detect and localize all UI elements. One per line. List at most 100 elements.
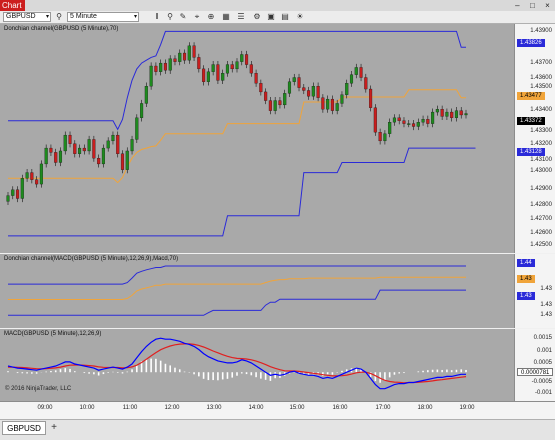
macd-scale[interactable]: 0.0015 0.001 0.0005 0.0000781 -0.0005 -0…	[514, 329, 555, 401]
instrument-selector[interactable]: GBPUSD ▾	[3, 12, 51, 22]
lower-channel-line	[8, 147, 476, 237]
data-box-icon[interactable]: ▤	[280, 12, 290, 22]
candle-body	[178, 52, 182, 62]
price-tick: 1.42600	[530, 230, 552, 236]
interval-selector[interactable]: 5 Minute ▾	[67, 12, 139, 22]
price-tick: 1.43500	[530, 84, 552, 90]
candle-body	[235, 61, 239, 70]
candle-body	[92, 139, 96, 159]
candle-body	[283, 93, 287, 106]
properties-icon[interactable]: ☰	[236, 12, 246, 22]
macd-tick: 0.001	[536, 348, 552, 354]
candle-body	[182, 52, 187, 61]
price-tick: 1.43000	[530, 168, 552, 174]
candle-body	[130, 139, 134, 152]
candle-body	[101, 147, 105, 165]
candle-body	[216, 64, 220, 81]
candle-body	[435, 109, 439, 113]
macd-panel-title: MACD(GBPUSD (5 Minute),12,26,9)	[4, 331, 102, 337]
candle-body	[244, 54, 249, 65]
candle-body	[392, 117, 396, 123]
candle-body	[397, 117, 401, 121]
time-tick: 14:00	[248, 405, 264, 411]
candle-body	[35, 179, 39, 185]
macd-line	[7, 337, 466, 390]
candle-body	[168, 58, 172, 71]
candle-body	[116, 134, 120, 154]
candle-body	[354, 67, 358, 75]
add-tab-button[interactable]: +	[48, 421, 60, 435]
search-icon[interactable]: ⚲	[54, 12, 64, 22]
chart-toolbar: GBPUSD ▾ ⚲ 5 Minute ▾ ‖ ⚲ ✎ ⌖ ⊕ ▦ ☰ ⚙ ▣ …	[0, 11, 555, 24]
candle-body	[163, 62, 167, 71]
templates-icon[interactable]: ▣	[266, 12, 276, 22]
window-controls: – □ ×	[510, 0, 555, 11]
candle-body	[359, 67, 363, 78]
donchian-tick: 1.43	[540, 286, 552, 292]
candle-body	[154, 65, 158, 72]
candle-body	[287, 81, 292, 94]
chart-style-icon[interactable]: ▦	[221, 12, 231, 22]
donchian-upper-badge: 1.44	[517, 259, 535, 267]
candle-body	[78, 147, 82, 154]
macd-tick: -0.001	[534, 390, 552, 396]
price-panel-title: Donchian channel(GBPUSD (5 Minute),70)	[4, 26, 119, 32]
price-tick: 1.43300	[530, 128, 552, 134]
instrument-value: GBPUSD	[6, 13, 36, 20]
candle-body	[211, 64, 215, 72]
price-scale[interactable]: 1.43900 1.43826 1.43700 1.43600 1.43500 …	[514, 24, 555, 253]
candle-body	[345, 83, 349, 95]
candle-body	[15, 189, 20, 199]
candle-body	[402, 120, 406, 124]
instrument-tab-bar	[0, 419, 555, 440]
donchian-macd-panel[interactable]: Donchian channel(MACD(GBPUSD (5 Minute),…	[0, 254, 514, 328]
price-lower-badge: 1.43128	[517, 148, 545, 156]
candle-body	[11, 189, 15, 196]
pencil-icon[interactable]: ✎	[178, 12, 188, 22]
price-tick: 1.42500	[530, 242, 552, 248]
candle-body	[159, 62, 163, 72]
tab-gbpusd[interactable]: GBPUSD	[2, 421, 46, 435]
time-tick: 11:00	[122, 405, 138, 411]
candle-body	[111, 134, 115, 142]
candle-body	[264, 91, 268, 101]
candle-body	[340, 94, 344, 104]
price-tick: 1.43900	[530, 28, 552, 34]
time-axis[interactable]: 09:00 10:00 11:00 12:00 13:00 14:00 15:0…	[0, 401, 555, 420]
candle-body	[364, 77, 368, 90]
magnifier-icon[interactable]: ⚲	[165, 12, 175, 22]
time-tick: 19:00	[459, 405, 475, 411]
maximize-button[interactable]: □	[530, 0, 535, 11]
candle-body	[416, 122, 420, 127]
candle-body	[297, 77, 301, 88]
donchian-mid-line	[8, 276, 466, 300]
candle-body	[135, 117, 139, 140]
donchian-lower-line	[8, 289, 466, 316]
settings-icon[interactable]: ☀	[295, 12, 305, 22]
bars-icon[interactable]: ‖	[152, 12, 162, 22]
price-tick: 1.43200	[530, 141, 552, 147]
candle-body	[106, 140, 110, 149]
donchian-macd-scale[interactable]: 1.44 1.43 1.43 1.43 1.43 1.43	[514, 254, 555, 328]
candle-body	[407, 123, 411, 125]
strategy-icon[interactable]: ⚙	[252, 12, 262, 22]
candle-body	[378, 132, 382, 142]
crosshair-icon[interactable]: ⌖	[192, 12, 202, 22]
candle-body	[292, 77, 296, 82]
price-panel[interactable]: Donchian channel(GBPUSD (5 Minute),70)	[0, 24, 514, 253]
candle-body	[54, 152, 58, 163]
donchian-macd-panel-title: Donchian channel(MACD(GBPUSD (5 Minute),…	[4, 256, 179, 262]
zoom-icon[interactable]: ⊕	[206, 12, 216, 22]
candle-body	[187, 45, 191, 61]
candle-body	[268, 100, 272, 111]
candle-body	[311, 86, 315, 97]
close-button[interactable]: ×	[545, 0, 550, 11]
candle-body	[464, 113, 468, 116]
candle-body	[307, 90, 311, 97]
macd-panel[interactable]: MACD(GBPUSD (5 Minute),12,26,9)	[0, 329, 514, 401]
time-tick: 16:00	[332, 405, 348, 411]
price-last-badge: 1.43372	[517, 117, 545, 125]
candle-body	[63, 134, 67, 152]
candle-body	[330, 98, 334, 111]
minimize-button[interactable]: –	[515, 0, 519, 11]
